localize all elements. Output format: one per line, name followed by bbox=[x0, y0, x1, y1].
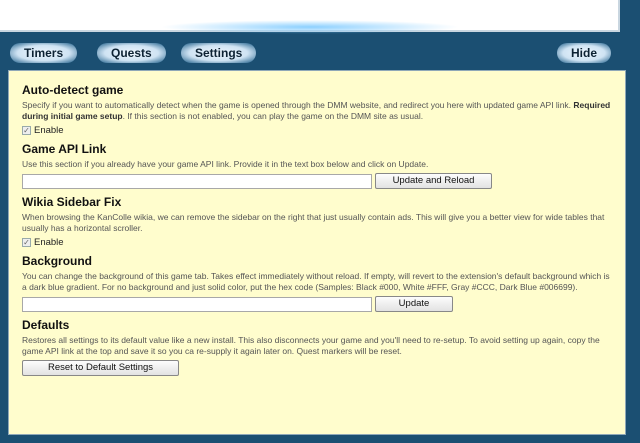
wikia-description: When browsing the KanColle wikia, we can… bbox=[22, 212, 605, 233]
timers-tab[interactable]: Timers bbox=[10, 43, 78, 63]
background-row: Update bbox=[22, 296, 612, 312]
autodetect-title: Auto-detect game bbox=[22, 83, 124, 97]
defaults-section: Defaults Restores all settings to its de… bbox=[22, 318, 612, 376]
settings-tab[interactable]: Settings bbox=[181, 43, 257, 63]
autodetect-enable-checkbox[interactable]: ✓ bbox=[22, 126, 31, 135]
defaults-description: Restores all settings to its default val… bbox=[22, 335, 600, 356]
reset-defaults-button[interactable]: Reset to Default Settings bbox=[22, 360, 179, 376]
frame-glow bbox=[160, 20, 460, 34]
game-frame bbox=[0, 0, 620, 34]
hide-button[interactable]: Hide bbox=[557, 43, 612, 63]
autodetect-section: Auto-detect game Specify if you want to … bbox=[22, 83, 612, 136]
background-title: Background bbox=[22, 254, 93, 268]
api-link-description: Use this section if you already have you… bbox=[22, 159, 429, 169]
wikia-enable-checkbox[interactable]: ✓ bbox=[22, 238, 31, 247]
background-description: You can change the background of this ga… bbox=[22, 271, 610, 292]
update-and-reload-button[interactable]: Update and Reload bbox=[375, 173, 492, 189]
background-update-button[interactable]: Update bbox=[375, 296, 453, 312]
background-section: Background You can change the background… bbox=[22, 254, 612, 312]
nav-bar: Timers Quests Settings Hide bbox=[0, 40, 640, 66]
wikia-section: Wikia Sidebar Fix When browsing the KanC… bbox=[22, 195, 612, 248]
autodetect-enable-label: Enable bbox=[34, 125, 64, 136]
wikia-title: Wikia Sidebar Fix bbox=[22, 195, 122, 209]
autodetect-description: Specify if you want to automatically det… bbox=[22, 100, 612, 122]
api-link-input[interactable] bbox=[22, 173, 372, 189]
defaults-title: Defaults bbox=[22, 318, 70, 332]
background-input[interactable] bbox=[22, 296, 372, 312]
defaults-row: Reset to Default Settings bbox=[22, 360, 612, 376]
api-link-row: Update and Reload bbox=[22, 173, 612, 189]
settings-panel: Auto-detect game Specify if you want to … bbox=[8, 70, 626, 435]
autodetect-desc-tail: . If this section is not enabled, you ca… bbox=[122, 111, 424, 121]
wikia-enable-row: ✓ Enable bbox=[22, 237, 612, 248]
autodetect-enable-row: ✓ Enable bbox=[22, 125, 612, 136]
quests-tab[interactable]: Quests bbox=[97, 43, 166, 63]
autodetect-desc-text: Specify if you want to automatically det… bbox=[22, 100, 574, 110]
api-link-section: Game API Link Use this section if you al… bbox=[22, 142, 612, 189]
api-link-title: Game API Link bbox=[22, 142, 107, 156]
wikia-enable-label: Enable bbox=[34, 237, 64, 248]
